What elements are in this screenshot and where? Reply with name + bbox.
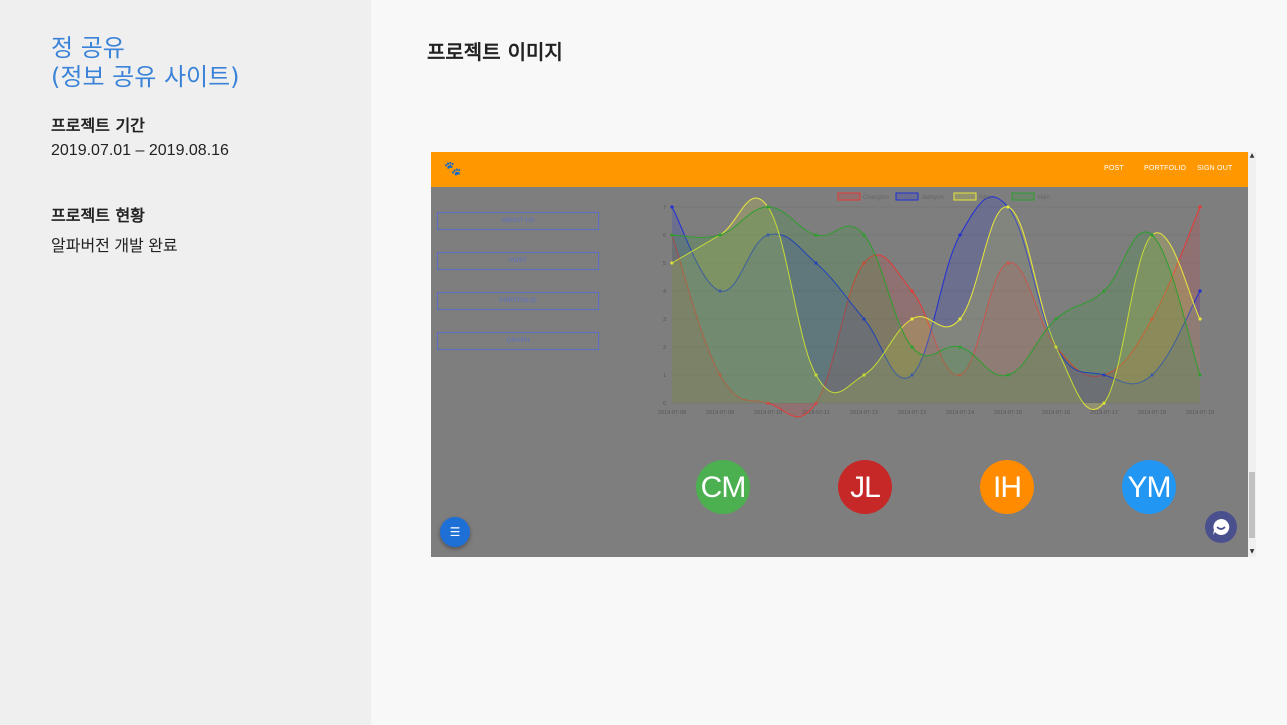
y-tick-label: 4 <box>663 289 666 295</box>
scroll-down-icon[interactable]: ▼ <box>1249 549 1255 555</box>
data-point <box>862 233 866 237</box>
x-tick-label: 2019-07-10 <box>754 410 782 416</box>
project-screenshot: 🐾 POST PORTFOLIO SIGN OUT ABOUT US POST … <box>431 152 1256 557</box>
app-navbar: 🐾 POST PORTFOLIO SIGN OUT <box>431 152 1248 187</box>
y-tick-label: 2 <box>663 345 666 351</box>
data-point <box>1054 317 1058 321</box>
data-point <box>910 317 914 321</box>
data-point <box>958 233 962 237</box>
nav-post[interactable]: POST <box>1104 165 1124 172</box>
data-point <box>910 289 914 293</box>
x-tick-label: 2019-07-17 <box>1090 410 1118 416</box>
data-point <box>814 233 818 237</box>
site-title-line2: (정보 공유 사이트) <box>51 63 240 91</box>
chat-bubble-icon[interactable] <box>1205 511 1237 543</box>
x-tick-label: 2019-07-09 <box>706 410 734 416</box>
data-point <box>670 233 674 237</box>
x-tick-label: 2019-07-15 <box>994 410 1022 416</box>
data-point <box>766 205 770 209</box>
list-icon[interactable]: ☰ <box>440 517 470 547</box>
series-area-yejin <box>672 207 1200 403</box>
status-value: 알파버전 개발 완료 <box>51 238 178 255</box>
x-tick-label: 2019-07-12 <box>850 410 878 416</box>
x-tick-label: 2019-07-13 <box>898 410 926 416</box>
avatar-ih: IH <box>980 460 1034 514</box>
period-value: 2019.07.01 – 2019.08.16 <box>51 142 229 159</box>
legend-swatch-inho <box>953 192 977 201</box>
legend-label-inho: Inho <box>979 195 991 201</box>
data-point <box>1006 205 1010 209</box>
data-point <box>718 233 722 237</box>
avatar-cm: CM <box>696 460 750 514</box>
x-tick-label: 2019-07-14 <box>946 410 974 416</box>
scrollbar-thumb[interactable] <box>1249 472 1255 538</box>
site-title: 정 공유 (정보 공유 사이트) <box>51 34 240 92</box>
nav-portfolio[interactable]: PORTFOLIO <box>1144 165 1186 172</box>
paw-logo-icon: 🐾 <box>444 161 462 177</box>
data-point <box>1198 373 1202 377</box>
legend-swatch-yejin <box>1011 192 1035 201</box>
avatar-ym: YM <box>1122 460 1176 514</box>
data-point <box>910 345 914 349</box>
area-chart: 0 1 2 3 4 5 6 7 2019-07-08 2019-07-09 2019-07-10 20… <box>658 192 1214 418</box>
x-tick-label: 2019-07-19 <box>1186 410 1214 416</box>
nav-sign-out[interactable]: SIGN OUT <box>1197 165 1232 172</box>
data-point <box>1150 233 1154 237</box>
data-point <box>958 345 962 349</box>
avatar-cm-initials: CM <box>700 471 747 504</box>
legend-swatch-changmo <box>837 192 861 201</box>
avatar-jl: JL <box>838 460 892 514</box>
data-point <box>670 205 674 209</box>
data-point <box>1102 289 1106 293</box>
y-tick-label: 6 <box>663 233 666 239</box>
x-tick-label: 2019-07-16 <box>1042 410 1070 416</box>
status-label: 프로젝트 현황 <box>51 206 145 225</box>
data-point <box>1006 373 1010 377</box>
data-point <box>1198 317 1202 321</box>
y-tick-label: 7 <box>663 205 666 211</box>
page-title: 프로젝트 이미지 <box>427 40 563 64</box>
legend-swatch-jaehyun <box>895 192 919 201</box>
y-tick-label: 0 <box>663 401 666 407</box>
y-tick-label: 5 <box>663 261 666 267</box>
y-tick-label: 3 <box>663 317 666 323</box>
period-label: 프로젝트 기간 <box>51 116 145 135</box>
legend-label-jaehyun: Jaehyun <box>921 195 944 201</box>
sidebar: 정 공유 (정보 공유 사이트) 프로젝트 기간 2019.07.01 – 20… <box>0 0 371 725</box>
site-title-line1: 정 공유 <box>51 34 125 62</box>
x-tick-label: 2019-07-08 <box>658 410 686 416</box>
avatar-jl-initials: JL <box>850 471 881 504</box>
y-tick-label: 1 <box>663 373 666 379</box>
data-point <box>958 317 962 321</box>
data-point <box>1198 205 1202 209</box>
legend-label-changmo: Changmo <box>863 195 890 201</box>
data-point <box>1198 289 1202 293</box>
x-tick-label: 2019-07-18 <box>1138 410 1166 416</box>
avatar-ih-initials: IH <box>993 471 1022 504</box>
scroll-up-icon[interactable]: ▲ <box>1249 153 1255 159</box>
avatar-ym-initials: YM <box>1127 471 1172 504</box>
legend-label-yejin: Yejin <box>1037 195 1050 201</box>
